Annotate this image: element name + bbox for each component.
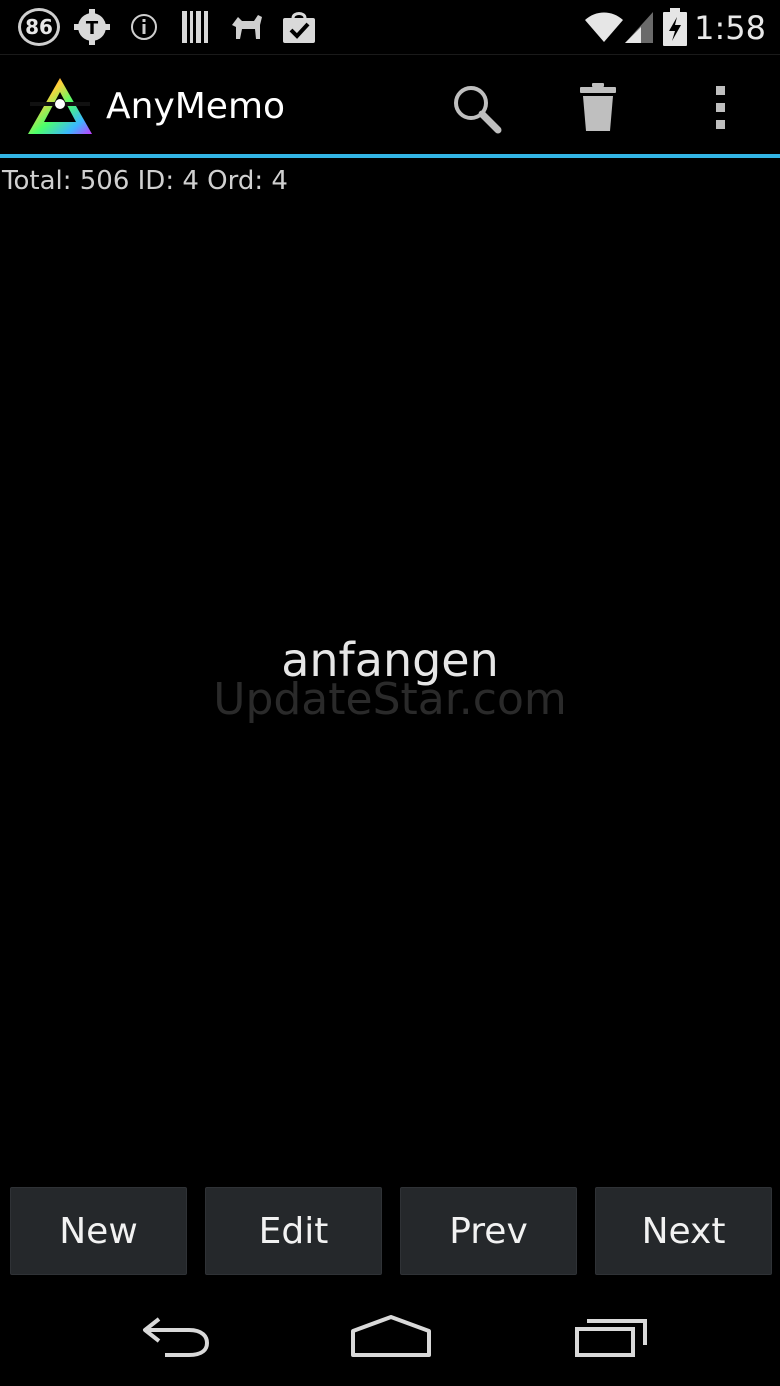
edit-button[interactable]: Edit: [205, 1187, 382, 1275]
overflow-menu-icon: [716, 86, 725, 129]
animal-icon: [230, 8, 264, 46]
recent-apps-icon: [575, 1319, 647, 1357]
card-navigation-buttons: New Edit Prev Next: [10, 1187, 772, 1275]
new-button[interactable]: New: [10, 1187, 187, 1275]
card-word: anfangen: [281, 633, 499, 687]
app-logo-icon[interactable]: [26, 76, 94, 136]
svg-text:T: T: [86, 18, 99, 39]
search-button[interactable]: [446, 78, 506, 138]
status-clock: 1:58: [694, 9, 766, 47]
next-button[interactable]: Next: [595, 1187, 772, 1275]
card-area[interactable]: UpdateStar.com anfangen: [0, 200, 780, 1175]
home-button[interactable]: [346, 1305, 436, 1369]
wifi-icon: [584, 8, 624, 46]
home-icon: [351, 1315, 431, 1357]
action-bar-divider: [0, 154, 780, 158]
delete-button[interactable]: [568, 78, 628, 138]
search-icon: [454, 86, 502, 134]
status-bar: 86 T 1:58: [0, 0, 780, 55]
back-button[interactable]: [128, 1305, 218, 1369]
barcode-icon: [180, 8, 210, 46]
recent-apps-button[interactable]: [566, 1305, 656, 1369]
back-icon: [143, 1317, 210, 1357]
trash-icon: [580, 83, 616, 131]
overflow-menu-button[interactable]: [690, 78, 750, 138]
gear-notification-icon: T: [72, 8, 112, 46]
card-info-text: Total: 506 ID: 4 Ord: 4: [2, 166, 288, 196]
info-icon: [128, 8, 160, 46]
notification-badge-icon: 86: [18, 8, 60, 46]
prev-button[interactable]: Prev: [400, 1187, 577, 1275]
app-title: AnyMemo: [106, 86, 286, 127]
battery-charging-icon: [662, 8, 688, 46]
shopping-bag-check-icon: [280, 8, 318, 46]
signal-icon: [622, 8, 656, 46]
